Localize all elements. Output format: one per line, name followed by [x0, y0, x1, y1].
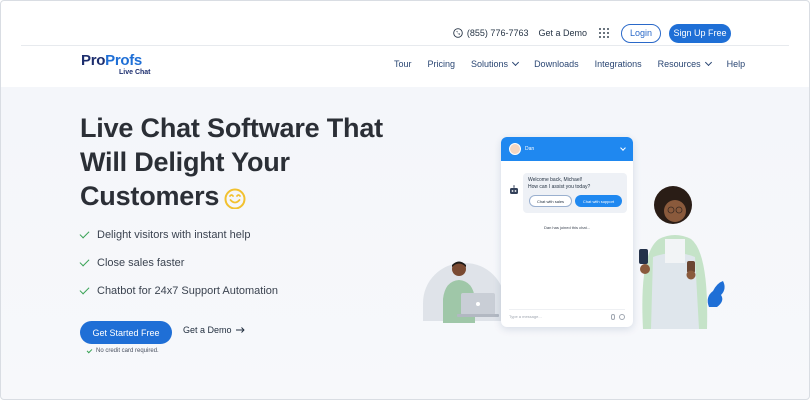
logo-wordmark: ProProfs	[81, 52, 142, 69]
nav-item-integrations[interactable]: Integrations	[595, 59, 642, 69]
login-button[interactable]: Login	[621, 23, 661, 43]
list-item: Delight visitors with instant help	[79, 221, 278, 249]
nav-item-help[interactable]: Help	[727, 59, 746, 69]
logo-subtitle: Live Chat	[119, 69, 151, 76]
chat-widget: Dan Welcome back, Michael! How can I ass…	[501, 137, 633, 327]
chevron-down-icon	[512, 58, 520, 67]
top-get-demo-link[interactable]: Get a Demo	[538, 28, 587, 38]
nav-item-downloads[interactable]: Downloads	[534, 59, 579, 69]
top-utility-bar: (855) 776-7763 Get a Demo Login Sign Up …	[453, 23, 731, 43]
agent-name: Dan	[525, 146, 535, 152]
chevron-down-icon	[704, 58, 712, 67]
nav-item-resources[interactable]: Resources	[658, 58, 712, 69]
check-icon	[79, 228, 90, 239]
woman-with-phone-illustration	[639, 186, 708, 329]
phone-link[interactable]: (855) 776-7763	[453, 28, 529, 38]
chat-header: Dan	[501, 137, 633, 161]
header-divider	[21, 45, 789, 46]
apps-grid-icon[interactable]	[599, 28, 609, 38]
get-started-button[interactable]: Get Started Free	[80, 321, 172, 344]
main-nav: Tour Pricing Solutions Downloads Integra…	[394, 58, 746, 69]
no-credit-card-note: No credit card required.	[86, 347, 159, 354]
signup-button[interactable]: Sign Up Free	[669, 23, 731, 43]
chat-with-sales-button[interactable]: Chat with sales	[529, 195, 572, 207]
arrow-right-icon	[235, 327, 245, 333]
proprofs-logo[interactable]: ProProfs Live Chat	[81, 53, 151, 77]
phone-number: (855) 776-7763	[466, 28, 529, 38]
check-icon	[86, 347, 93, 353]
chat-status-message: Dan has joined this chat...	[543, 225, 591, 230]
bot-message-bubble: Welcome back, Michael! How can I assist …	[523, 173, 627, 213]
emoji-icon[interactable]	[619, 313, 625, 320]
nav-item-tour[interactable]: Tour	[394, 59, 412, 69]
feature-list: Delight visitors with instant help Close…	[79, 221, 278, 305]
phone-icon	[453, 28, 463, 38]
chat-with-support-button[interactable]: Chat with support	[575, 195, 622, 207]
man-with-laptop-illustration	[443, 261, 499, 323]
list-item: Close sales faster	[79, 249, 278, 277]
hero-title: Live Chat Software That Will Delight You…	[80, 113, 383, 211]
hero-get-demo-link[interactable]: Get a Demo	[183, 325, 245, 335]
attachment-icon[interactable]	[611, 313, 615, 320]
smiley-icon	[224, 188, 246, 209]
nav-item-pricing[interactable]: Pricing	[428, 59, 456, 69]
bot-icon	[510, 185, 518, 194]
agent-avatar	[509, 143, 521, 155]
chat-message-input[interactable]: Type a message...	[509, 309, 625, 321]
check-icon	[79, 256, 90, 267]
check-icon	[79, 284, 90, 295]
nav-item-solutions[interactable]: Solutions	[471, 58, 520, 69]
list-item: Chatbot for 24x7 Support Automation	[79, 277, 278, 305]
page-frame: (855) 776-7763 Get a Demo Login Sign Up …	[0, 0, 810, 400]
chevron-down-icon[interactable]	[620, 145, 626, 151]
